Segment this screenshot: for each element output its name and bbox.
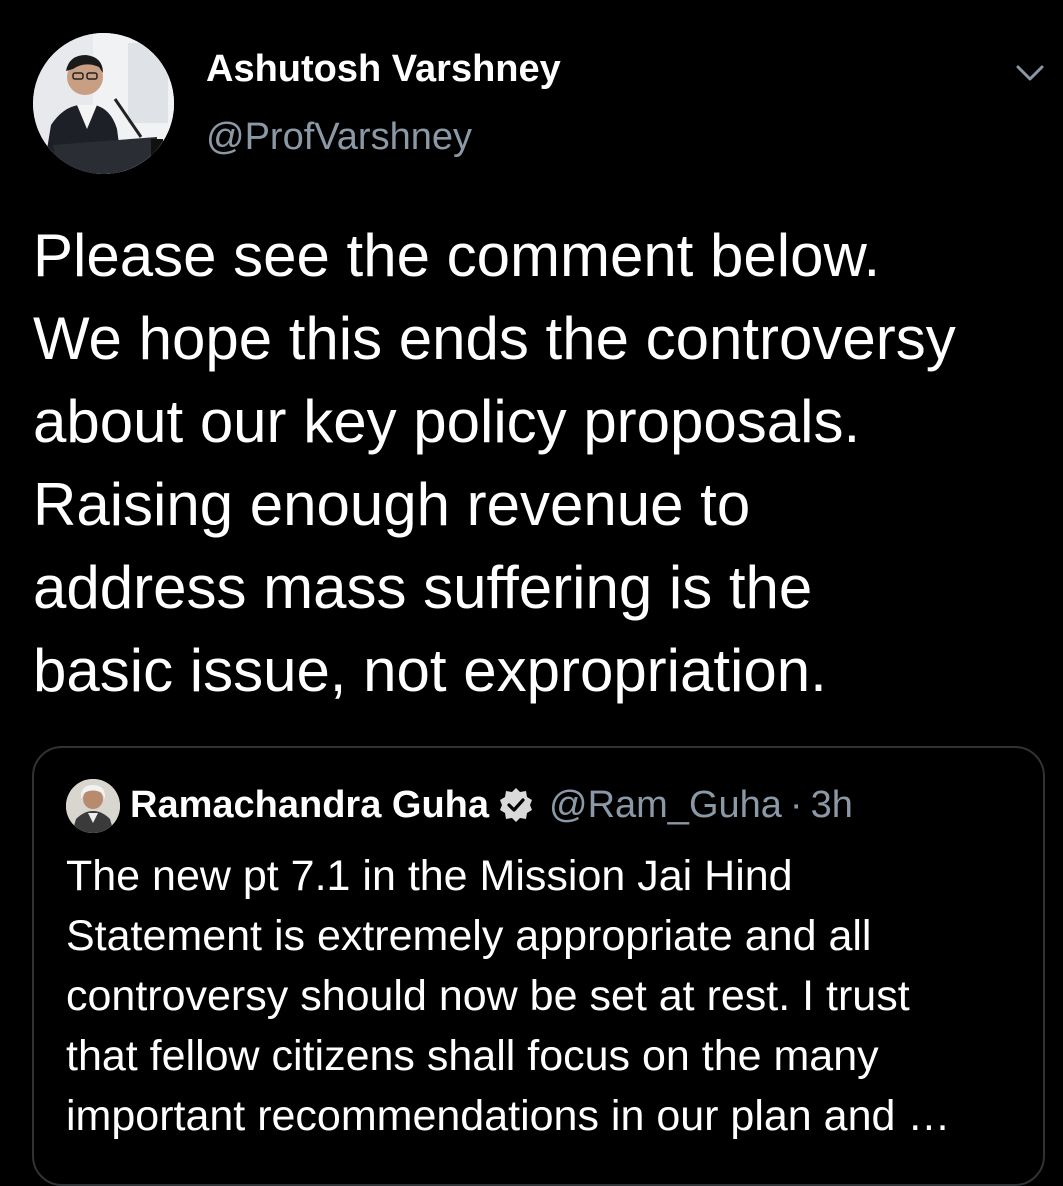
tweet-text-line: basic issue, not expropriation. [33, 637, 827, 704]
quoted-tweet-card[interactable]: Ramachandra Guha @Ram_Guha · 3h The new … [32, 746, 1045, 1186]
quoted-text-line: that fellow citizens shall focus on the … [66, 1032, 879, 1080]
tweet: Ashutosh Varshney @ProfVarshney Please s… [0, 0, 1063, 1186]
verified-badge-icon [497, 786, 535, 824]
quoted-tweet-header: Ramachandra Guha @Ram_Guha · 3h [130, 782, 853, 828]
quoted-tweet-text: The new pt 7.1 in the Mission Jai Hind S… [66, 846, 1026, 1146]
quoted-author-handle[interactable]: @Ram_Guha [549, 784, 782, 827]
quoted-text-line: Statement is extremely appropriate and a… [66, 912, 872, 960]
author-handle[interactable]: @ProfVarshney [206, 116, 472, 159]
quoted-text-line: important recommendations in our plan an… [66, 1092, 951, 1140]
quoted-tweet-timestamp[interactable]: 3h [811, 784, 853, 827]
tweet-text-line: Please see the comment below. [33, 222, 881, 289]
quoted-author-name[interactable]: Ramachandra Guha [130, 784, 489, 827]
profile-photo-icon [33, 33, 174, 174]
tweet-text-line: about our key policy proposals. [33, 388, 861, 455]
tweet-text-line: address mass suffering is the [33, 554, 813, 621]
profile-photo-icon [66, 779, 120, 833]
tweet-text: Please see the comment below. We hope th… [33, 214, 1048, 712]
chevron-down-icon[interactable] [1012, 58, 1048, 88]
quoted-text-line: The new pt 7.1 in the Mission Jai Hind [66, 852, 793, 900]
tweet-text-line: Raising enough revenue to [33, 471, 751, 538]
header-separator: · [789, 783, 803, 826]
author-name[interactable]: Ashutosh Varshney [206, 48, 561, 91]
author-avatar[interactable] [33, 33, 174, 174]
quoted-text-line: controversy should now be set at rest. I… [66, 972, 910, 1020]
tweet-text-line: We hope this ends the controversy [33, 305, 956, 372]
quoted-author-avatar[interactable] [66, 779, 120, 833]
